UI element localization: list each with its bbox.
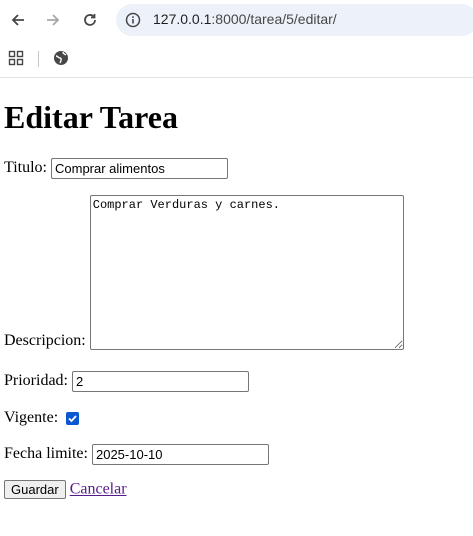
- browser-toolbar: 127.0.0.1:8000/tarea/5/editar/: [0, 0, 473, 40]
- reload-button[interactable]: [79, 9, 101, 31]
- back-button[interactable]: [7, 9, 29, 31]
- titulo-input[interactable]: [51, 158, 228, 179]
- fecha-row: Fecha limite:: [4, 444, 269, 465]
- vigente-label: Vigente:: [4, 409, 59, 426]
- titulo-label: Titulo:: [4, 159, 47, 177]
- page-title: Editar Tarea: [4, 99, 178, 135]
- arrow-right-icon: [47, 14, 60, 26]
- descripcion-textarea[interactable]: Comprar Verduras y carnes.: [89, 195, 404, 350]
- reload-icon: [84, 14, 96, 26]
- fecha-label: Fecha limite:: [4, 445, 88, 463]
- prioridad-label: Prioridad:: [4, 372, 68, 390]
- vigente-row: Vigente:: [4, 409, 80, 427]
- address-bar[interactable]: 127.0.0.1:8000/tarea/5/editar/: [116, 4, 473, 36]
- prioridad-input[interactable]: [72, 371, 249, 392]
- bookmarks-separator: [38, 51, 39, 67]
- apps-grid-icon[interactable]: [8, 50, 24, 71]
- fecha-input[interactable]: [91, 444, 269, 465]
- url-text: 127.0.0.1:8000/tarea/5/editar/: [153, 11, 337, 27]
- forward-button[interactable]: [42, 9, 64, 31]
- cancelar-link[interactable]: Cancelar: [70, 481, 127, 498]
- globe-icon[interactable]: [53, 50, 69, 71]
- prioridad-row: Prioridad:: [4, 371, 249, 392]
- info-icon[interactable]: [125, 12, 141, 31]
- titulo-row: Titulo:: [4, 158, 228, 179]
- arrow-left-icon: [11, 14, 24, 26]
- actions-row: Guardar Cancelar: [4, 480, 127, 499]
- descripcion-label: Descripcion:: [4, 332, 86, 349]
- bookmarks-bar: [0, 40, 473, 78]
- checkmark-icon: [68, 415, 77, 423]
- vigente-checkbox[interactable]: [66, 411, 80, 425]
- guardar-button[interactable]: Guardar: [4, 480, 66, 499]
- descripcion-row: Descripcion: Comprar Verduras y carnes.: [4, 195, 404, 350]
